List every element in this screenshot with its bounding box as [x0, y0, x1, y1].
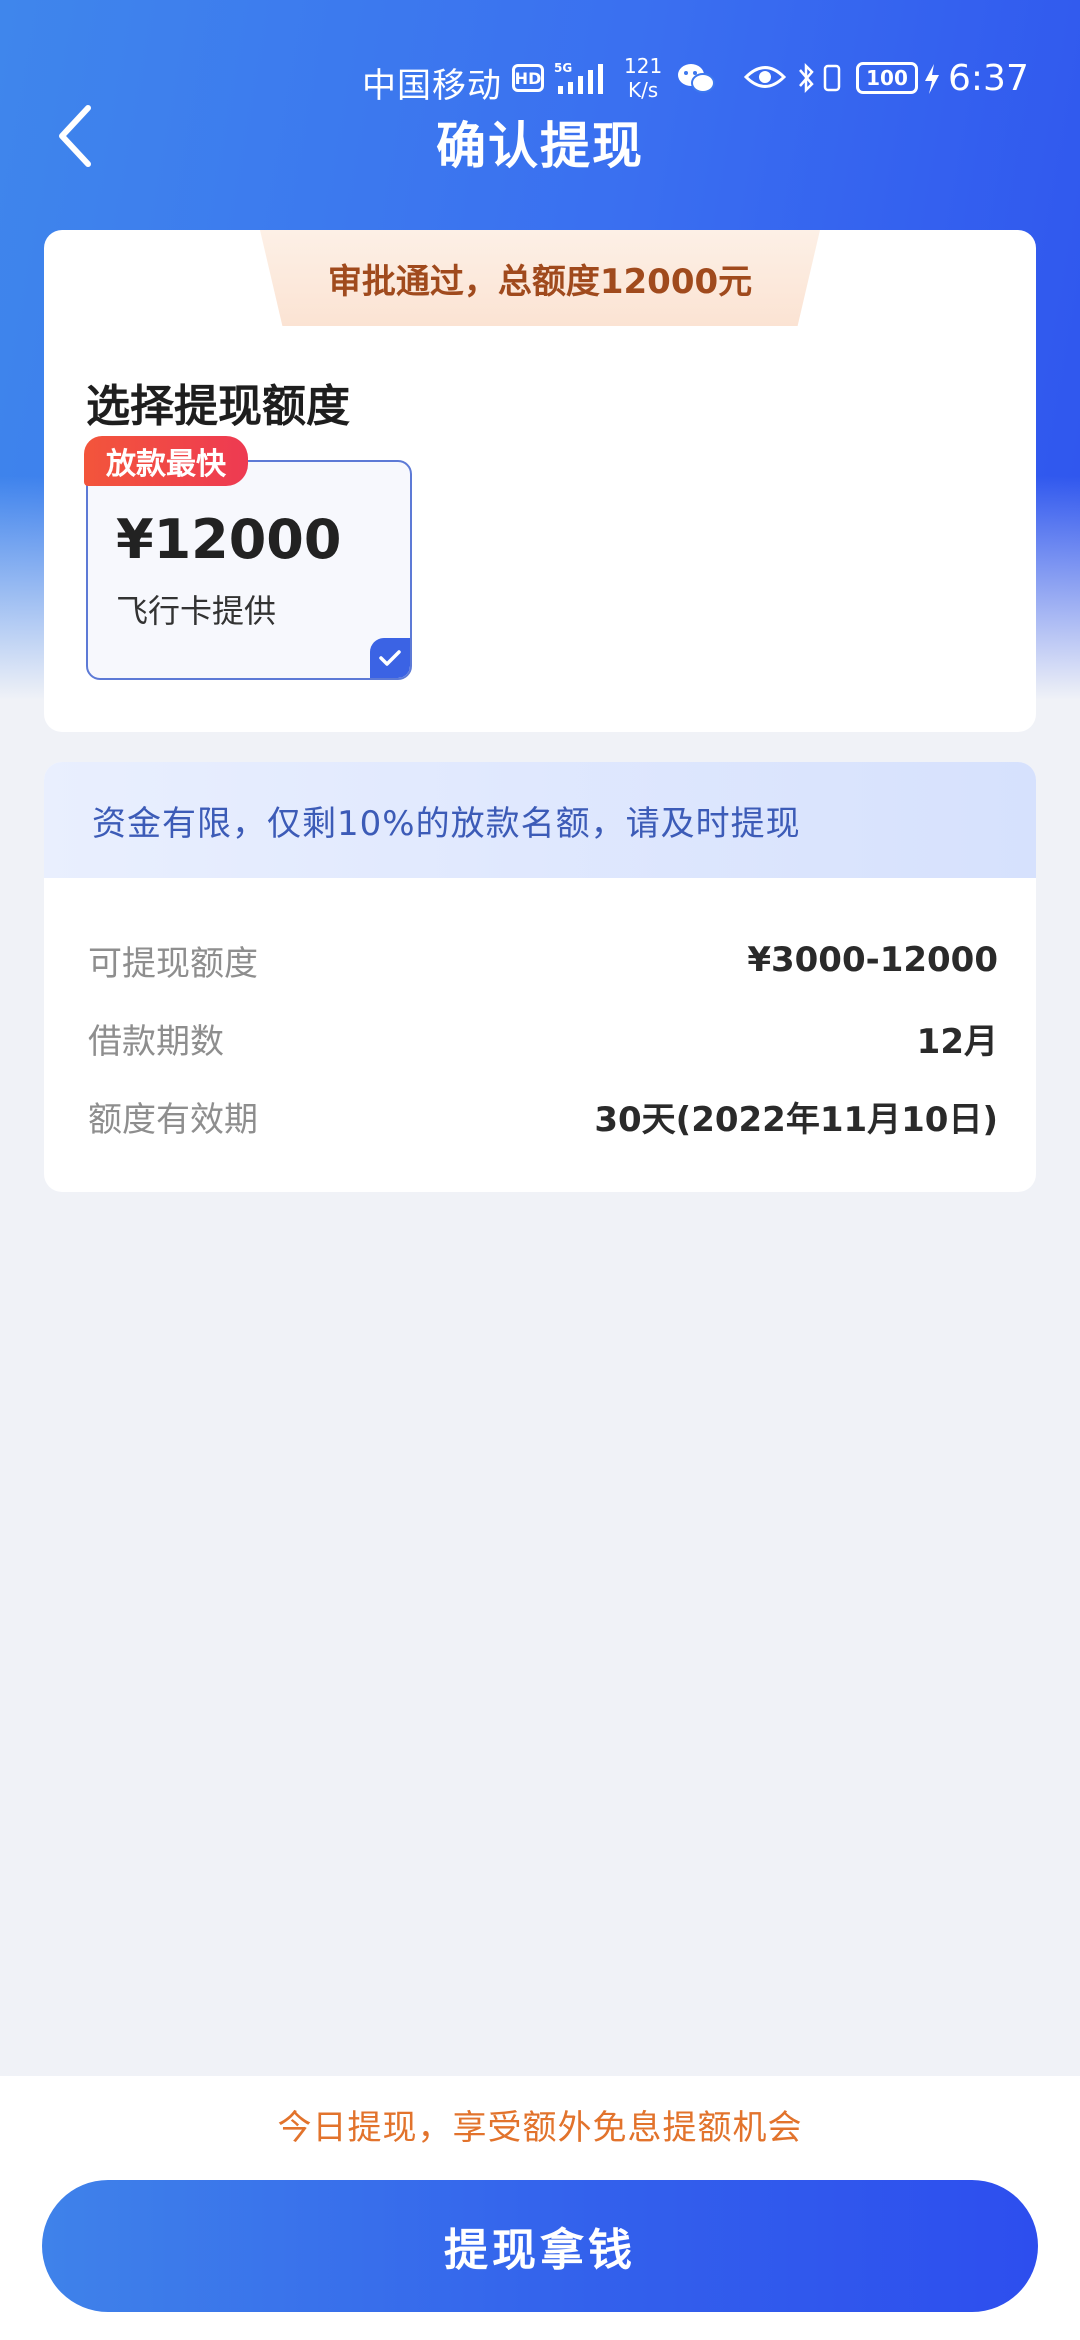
approval-banner: 审批通过，总额度12000元: [260, 230, 820, 326]
vibrate-icon: [820, 60, 844, 96]
page-title: 确认提现: [436, 117, 644, 175]
detail-label: 借款期数: [88, 1021, 224, 1062]
detail-row-validity: 额度有效期 30天(2022年11月10日): [88, 1086, 998, 1146]
amount-option-card[interactable]: ¥12000 飞行卡提供: [86, 460, 412, 680]
approval-text: 审批通过，总额度12000元: [327, 261, 753, 302]
signal-icon: 5G: [554, 60, 610, 96]
detail-value: 30天(2022年11月10日): [594, 1099, 998, 1140]
carrier-name: 中国移动: [362, 66, 502, 106]
network-type: 5G: [554, 61, 572, 75]
withdraw-button[interactable]: 提现拿钱: [42, 2180, 1038, 2312]
speed-unit: K/s: [627, 78, 659, 102]
promo-text: 今日提现，享受额外免息提额机会: [277, 2108, 803, 2148]
speed-value: 121: [624, 54, 663, 78]
clock: 6:37: [948, 58, 1029, 99]
details-card: 资金有限，仅剩10%的放款名额，请及时提现 可提现额度 ¥3000-12000 …: [44, 762, 1036, 1192]
detail-row-limit: 可提现额度 ¥3000-12000: [88, 930, 998, 990]
option-provider: 飞行卡提供: [116, 592, 277, 630]
bluetooth-icon: [796, 60, 816, 96]
bottom-bar: 今日提现，享受额外免息提额机会 提现拿钱: [0, 2076, 1080, 2340]
detail-value: ¥3000-12000: [747, 940, 998, 980]
section-title: 选择提现额度: [86, 381, 350, 432]
selected-check-icon: [370, 638, 410, 678]
withdraw-confirm-page: 中国移动 HD 5G 121 K/s 100 6:37 确认提现 审批通过，总额…: [0, 0, 1080, 2340]
notice-banner: 资金有限，仅剩10%的放款名额，请及时提现: [44, 762, 1036, 878]
charging-icon: [922, 62, 942, 96]
status-bar: 中国移动 HD 5G 121 K/s 100 6:37: [0, 50, 1080, 110]
battery-icon: 100: [856, 62, 918, 94]
option-amount: ¥12000: [116, 508, 342, 571]
eye-icon: [744, 62, 786, 92]
detail-label: 可提现额度: [88, 943, 258, 984]
detail-value: 12月: [916, 1021, 998, 1062]
wechat-icon: [676, 62, 716, 96]
amount-card: 审批通过，总额度12000元 选择提现额度 放款最快 ¥12000 飞行卡提供: [44, 230, 1036, 732]
notice-text: 资金有限，仅剩10%的放款名额，请及时提现: [92, 803, 801, 844]
detail-row-term: 借款期数 12月: [88, 1008, 998, 1068]
fastest-loan-badge: 放款最快: [84, 436, 248, 486]
network-speed: 121 K/s: [624, 54, 662, 102]
hd-icon: HD: [512, 64, 544, 92]
detail-label: 额度有效期: [88, 1099, 258, 1140]
